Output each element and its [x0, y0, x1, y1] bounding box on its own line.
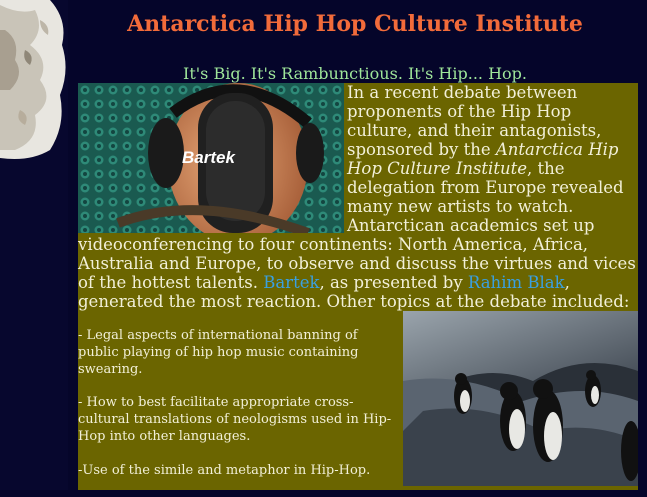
penguins-photo: [403, 311, 638, 486]
page-title: Antarctica Hip Hop Culture Institute: [127, 11, 583, 37]
main-content: Bartek In a recent debate between propon…: [78, 83, 638, 490]
article-text: Bartek In a recent debate between propon…: [78, 83, 638, 311]
lower-section: - Legal aspects of international banning…: [78, 311, 638, 490]
topic-item: - How to best facilitate appropriate cro…: [78, 395, 392, 444]
tagline: It's Big. It's Rambunctious. It's Hip...…: [183, 64, 527, 83]
left-sidebar: [0, 0, 68, 490]
bartek-photo-caption: Bartek: [182, 148, 236, 167]
topics-list: - Legal aspects of international banning…: [78, 328, 398, 497]
topic-item: - Legal aspects of international banning…: [78, 328, 359, 377]
bartek-photo: Bartek: [78, 83, 344, 233]
article-presented-by: , as presented by: [319, 273, 468, 292]
bartek-link[interactable]: Bartek: [263, 273, 319, 292]
topic-item: -Use of the simile and metaphor in Hip-H…: [78, 462, 371, 478]
antarctica-map-image: [0, 0, 68, 160]
rahim-blak-link[interactable]: Rahim Blak: [468, 273, 565, 292]
